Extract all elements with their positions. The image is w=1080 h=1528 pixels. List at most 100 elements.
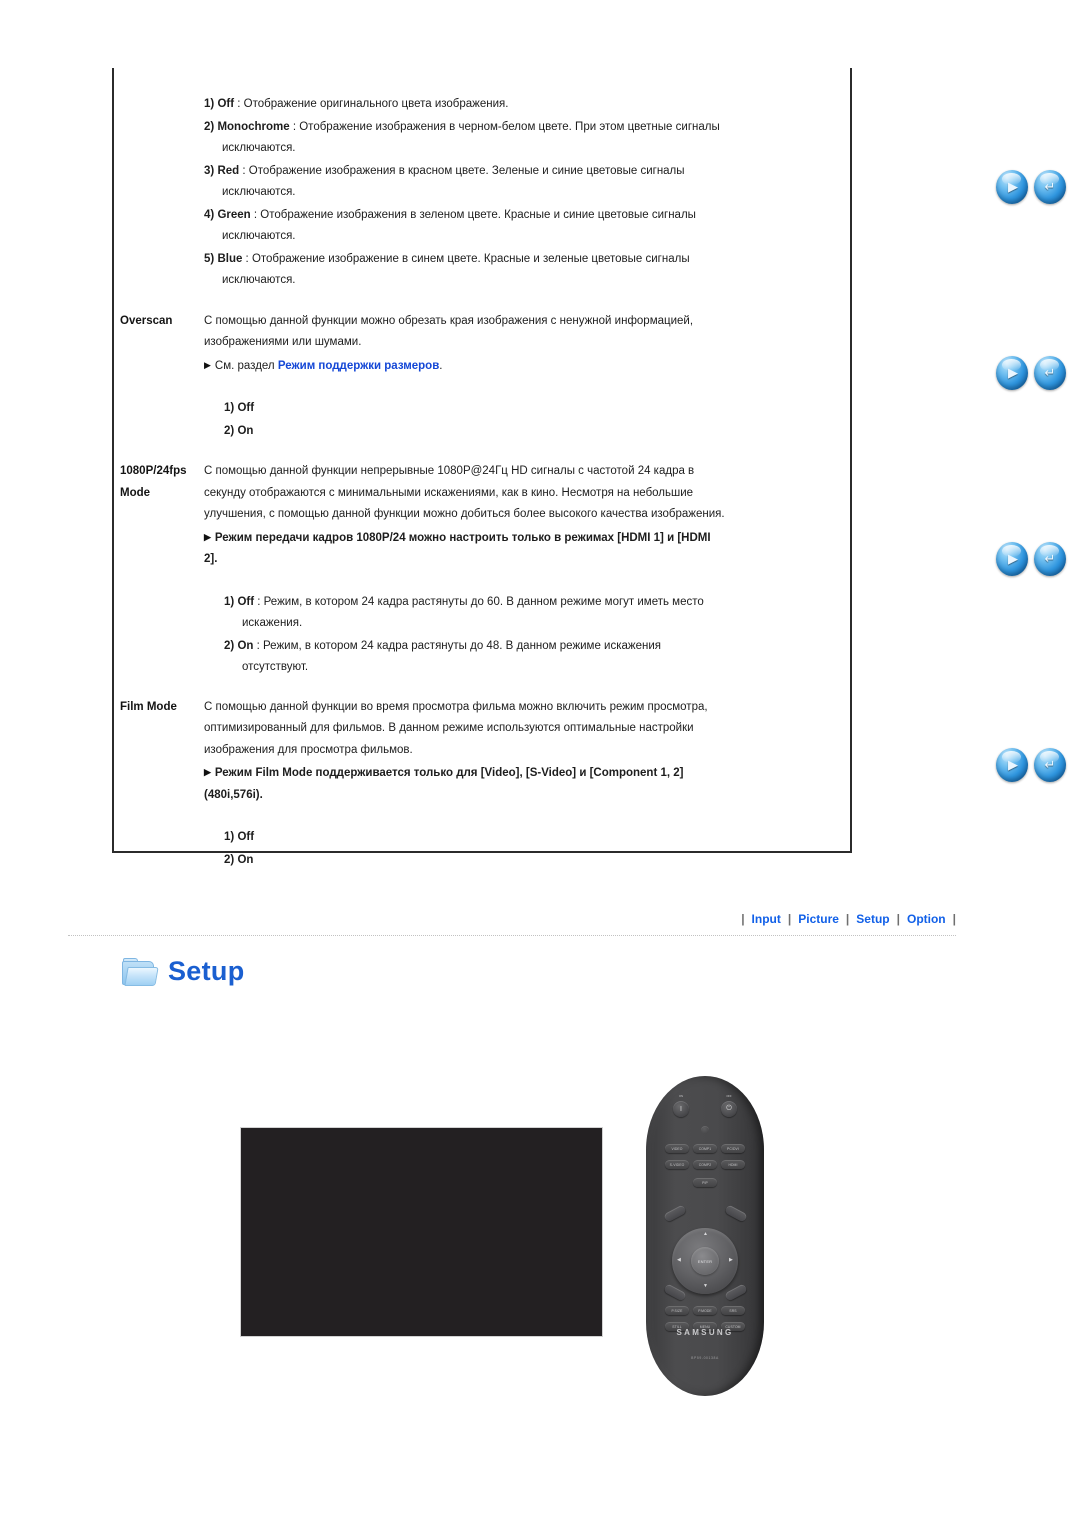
option-text: Отображение изображение в синем цвете. К… xyxy=(222,252,690,287)
remote-key-comp2[interactable]: COMP2 xyxy=(693,1160,717,1169)
list-item: 1) Off : Отображение оригинального цвета… xyxy=(204,94,726,116)
overscan-paragraph: С помощью данной функции можно обрезать … xyxy=(204,314,694,349)
return-arrow-icon: ↵ xyxy=(1044,757,1056,772)
option-text: Отображение изображения в красном цвете.… xyxy=(222,164,685,199)
fps-mode-body: С помощью данной функции непрерывные 108… xyxy=(204,461,856,680)
nav-link-setup[interactable]: Setup xyxy=(849,912,896,926)
option-number: 1) xyxy=(224,595,235,608)
nav-link-picture[interactable]: Picture xyxy=(791,912,846,926)
remote-key-pcdvi[interactable]: PC/DVI xyxy=(721,1144,745,1153)
list-item: 1) Off : Режим, в котором 24 кадра растя… xyxy=(224,592,726,635)
remote-key-pip[interactable]: PIP xyxy=(693,1178,717,1187)
option-text: Отображение оригинального цвета изображе… xyxy=(243,98,509,110)
nav-divider xyxy=(68,935,956,937)
overscan-option-list: 1) Off 2) On xyxy=(204,398,726,442)
film-mode-label: Film Mode xyxy=(120,700,177,713)
folder-icon xyxy=(122,958,159,986)
return-arrow-icon: ↵ xyxy=(1044,179,1056,194)
option-sep: : xyxy=(254,595,264,608)
orb-button-pair: ▶ ↵ xyxy=(996,542,1066,576)
remote-key-svideo[interactable]: S-VIDEO xyxy=(665,1160,689,1169)
next-page-button[interactable]: ▶ xyxy=(996,170,1028,204)
option-number: 3) xyxy=(204,164,215,177)
list-item: 5) Blue : Отображение изображение в сине… xyxy=(204,249,726,292)
fps-mode-paragraph: С помощью данной функции непрерывные 108… xyxy=(204,465,725,520)
return-arrow-icon: ↵ xyxy=(1044,365,1056,380)
film-mode-body: С помощью данной функции во время просмо… xyxy=(204,697,856,873)
page-title: Setup xyxy=(168,956,245,986)
return-button[interactable]: ↵ xyxy=(1034,542,1066,576)
spec-table: 1) Off : Отображение оригинального цвета… xyxy=(112,68,856,872)
next-page-button[interactable]: ▶ xyxy=(996,356,1028,390)
color-mode-body: 1) Off : Отображение оригинального цвета… xyxy=(204,94,856,293)
remote-key-psize[interactable]: P.SIZE xyxy=(665,1306,689,1315)
osd-screenshot xyxy=(240,1127,603,1337)
option-term: Red xyxy=(217,164,240,177)
list-item: 1) Off xyxy=(224,827,726,849)
remote-control-illustration: ON OFF I ⏻ VIDEO COMP1 PC/DVI S-VIDEO CO… xyxy=(646,1076,764,1396)
remote-key-pmode[interactable]: P.MODE xyxy=(693,1306,717,1315)
option-number: 5) xyxy=(204,252,215,265)
list-item: 4) Green : Отображение изображения в зел… xyxy=(204,205,726,248)
overscan-note: ▶ См. раздел Режим поддержки размеров. xyxy=(204,355,726,378)
remote-key-video[interactable]: VIDEO xyxy=(665,1144,689,1153)
section-heading: Setup xyxy=(122,956,245,987)
list-item: 2) On xyxy=(224,850,726,872)
fps-mode-label-line1: 1080P/24fps xyxy=(120,465,187,477)
fps-mode-option-list: 1) Off : Режим, в котором 24 кадра растя… xyxy=(204,592,726,679)
option-number: 1) xyxy=(224,402,235,414)
option-sep: : xyxy=(234,98,244,110)
next-page-button[interactable]: ▶ xyxy=(996,542,1028,576)
list-item: 2) On : Режим, в котором 24 кадра растян… xyxy=(224,636,726,679)
dpad-up-icon[interactable]: ▲ xyxy=(703,1232,708,1237)
return-button[interactable]: ↵ xyxy=(1034,170,1066,204)
remote-key-comp1[interactable]: COMP1 xyxy=(693,1144,717,1153)
remote-key-hdmi[interactable]: HDMI xyxy=(721,1160,745,1169)
return-button[interactable]: ↵ xyxy=(1034,356,1066,390)
list-item: 2) Monochrome : Отображение изображения … xyxy=(204,117,726,160)
return-button[interactable]: ↵ xyxy=(1034,748,1066,782)
dpad[interactable]: ▲ ▼ ◀ ▶ ENTER xyxy=(672,1228,738,1294)
option-term: Green xyxy=(217,208,251,221)
color-mode-option-list: 1) Off : Отображение оригинального цвета… xyxy=(204,94,726,292)
dpad-down-icon[interactable]: ▼ xyxy=(703,1284,708,1289)
enter-button[interactable]: ENTER xyxy=(691,1247,719,1275)
remote-key-srs[interactable]: SRS xyxy=(721,1306,745,1315)
overscan-label: Overscan xyxy=(120,314,173,327)
option-term: Off xyxy=(237,595,255,608)
row-overscan: Overscan С помощью данной функции можно … xyxy=(112,293,856,444)
play-arrow-icon: ▶ xyxy=(1008,179,1018,194)
triangle-bullet-icon: ▶ xyxy=(204,531,211,542)
power-on-label: ON xyxy=(679,1095,683,1098)
power-off-label: OFF xyxy=(726,1095,732,1098)
option-sep: : xyxy=(289,120,300,133)
source-button[interactable] xyxy=(701,1126,709,1134)
option-number: 1) xyxy=(204,98,215,110)
film-mode-label-cell: Film Mode xyxy=(112,697,204,719)
row-color-mode: 1) Off : Отображение оригинального цвета… xyxy=(112,68,856,293)
overscan-label-cell: Overscan xyxy=(112,311,204,333)
row-film-mode: Film Mode С помощью данной функции во вр… xyxy=(112,680,856,873)
option-term: On xyxy=(237,853,254,866)
option-term: On xyxy=(237,639,254,652)
next-page-button[interactable]: ▶ xyxy=(996,748,1028,782)
option-text: Режим, в котором 24 кадра растянуты до 4… xyxy=(242,639,661,674)
folder-front xyxy=(124,967,159,986)
power-off-button[interactable]: ⏻ xyxy=(721,1101,737,1117)
option-term: Off xyxy=(237,402,255,414)
power-on-button[interactable]: I xyxy=(673,1101,689,1117)
overscan-note-link[interactable]: Режим поддержки размеров xyxy=(278,360,439,372)
option-text: Отображение изображения в зеленом цвете.… xyxy=(222,208,696,243)
option-term: Off xyxy=(237,831,255,843)
overscan-note-suffix: . xyxy=(439,359,443,372)
nav-link-option[interactable]: Option xyxy=(900,912,953,926)
power-off-icon: ⏻ xyxy=(726,1105,732,1112)
dpad-left-icon[interactable]: ◀ xyxy=(677,1258,681,1263)
dpad-right-icon[interactable]: ▶ xyxy=(729,1258,733,1263)
list-item: 3) Red : Отображение изображения в красн… xyxy=(204,161,726,204)
overscan-note-prefix: См. раздел xyxy=(214,359,278,372)
option-term: Off xyxy=(217,98,235,110)
fps-mode-label-cell: 1080P/24fps Mode xyxy=(112,461,204,504)
nav-link-input[interactable]: Input xyxy=(745,912,788,926)
play-arrow-icon: ▶ xyxy=(1008,551,1018,566)
